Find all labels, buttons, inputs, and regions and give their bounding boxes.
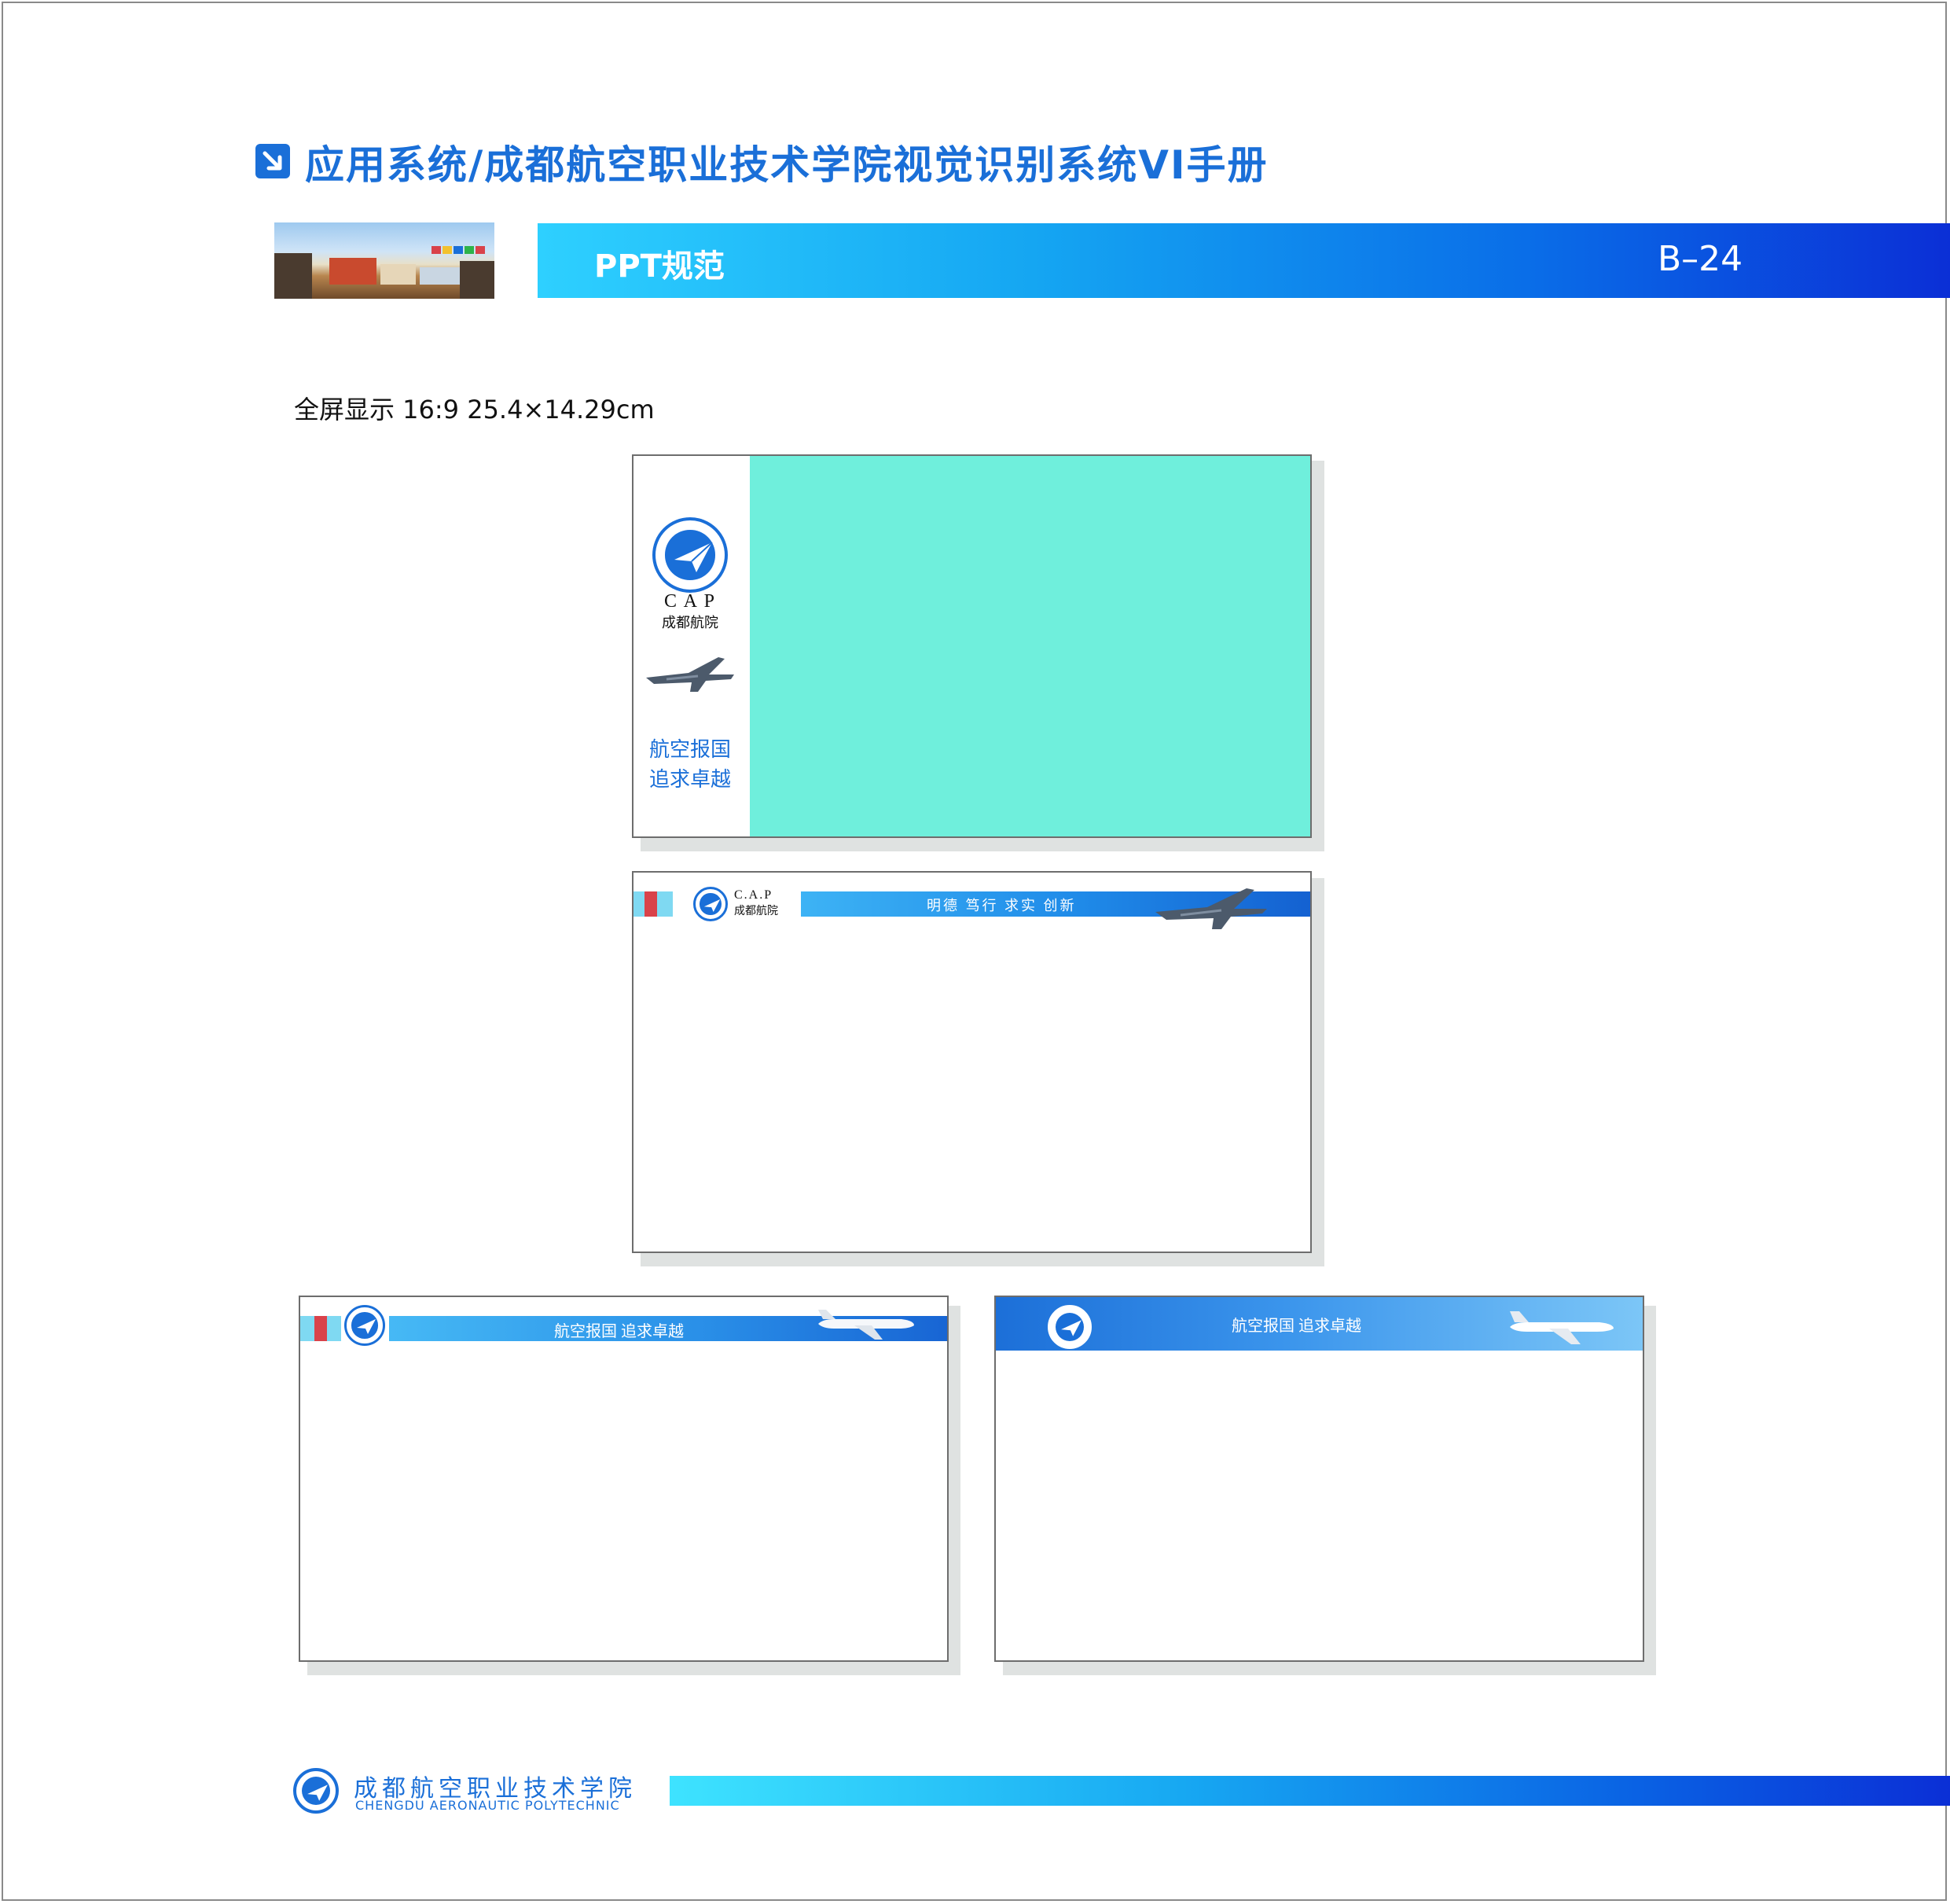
motto-text: 明德 笃行 求实 创新: [927, 898, 1077, 913]
college-emblem-icon: [693, 887, 728, 921]
content-panel: [750, 456, 1310, 836]
stripe-cyan: [657, 891, 673, 917]
section-title: PPT规范: [594, 248, 725, 285]
footer-emblem-icon: [293, 1768, 339, 1814]
footer-bar: [670, 1776, 1950, 1806]
college-emblem-icon: [1048, 1305, 1092, 1349]
campus-photo: [274, 222, 494, 299]
fighter-jet-icon: [646, 657, 734, 692]
stripe-cyan: [300, 1316, 314, 1341]
slogan-line-2: 追求卓越: [649, 768, 732, 792]
manual-title: 应用系统/成都航空职业技术学院视觉识别系统VI手册: [305, 142, 1269, 188]
slogan-line-1: 航空报国: [649, 738, 732, 762]
slide-template-cover: C A P 成都航院 航空报国 追求卓越: [632, 454, 1312, 838]
stripe-cyan: [327, 1316, 341, 1341]
display-spec: 全屏显示 16:9 25.4×14.29cm: [294, 395, 655, 425]
cap-label: C.A.P: [734, 888, 773, 902]
college-emblem-icon: [344, 1305, 385, 1346]
stripe-red: [644, 891, 657, 917]
section-banner: PPT规范 B–24: [538, 223, 1950, 298]
cap-cn-label: 成都航院: [662, 615, 718, 630]
stripe-red: [314, 1316, 327, 1341]
slide-template-stripes: 航空报国 追求卓越: [299, 1296, 949, 1662]
stripe-cyan: [633, 891, 644, 917]
college-emblem-icon: [652, 517, 728, 593]
cap-cn-label: 成都航院: [734, 906, 778, 917]
slide-template-motto: C.A.P 成都航院 明德 笃行 求实 创新: [632, 871, 1312, 1253]
cap-label: C A P: [663, 591, 717, 612]
slogan-text: 航空报国 追求卓越: [554, 1323, 684, 1340]
airliner-icon: [1510, 1311, 1614, 1344]
slide-template-banner: 航空报国 追求卓越: [994, 1296, 1644, 1662]
page-number: B–24: [1658, 239, 1743, 279]
airliner-icon: [818, 1310, 914, 1340]
fighter-jet-icon: [1155, 888, 1267, 929]
footer-college-name-en: CHENGDU AERONAUTIC POLYTECHNIC: [355, 1798, 620, 1813]
slogan-text: 航空报国 追求卓越: [1232, 1318, 1361, 1335]
arrow-down-right-icon: [255, 144, 290, 178]
